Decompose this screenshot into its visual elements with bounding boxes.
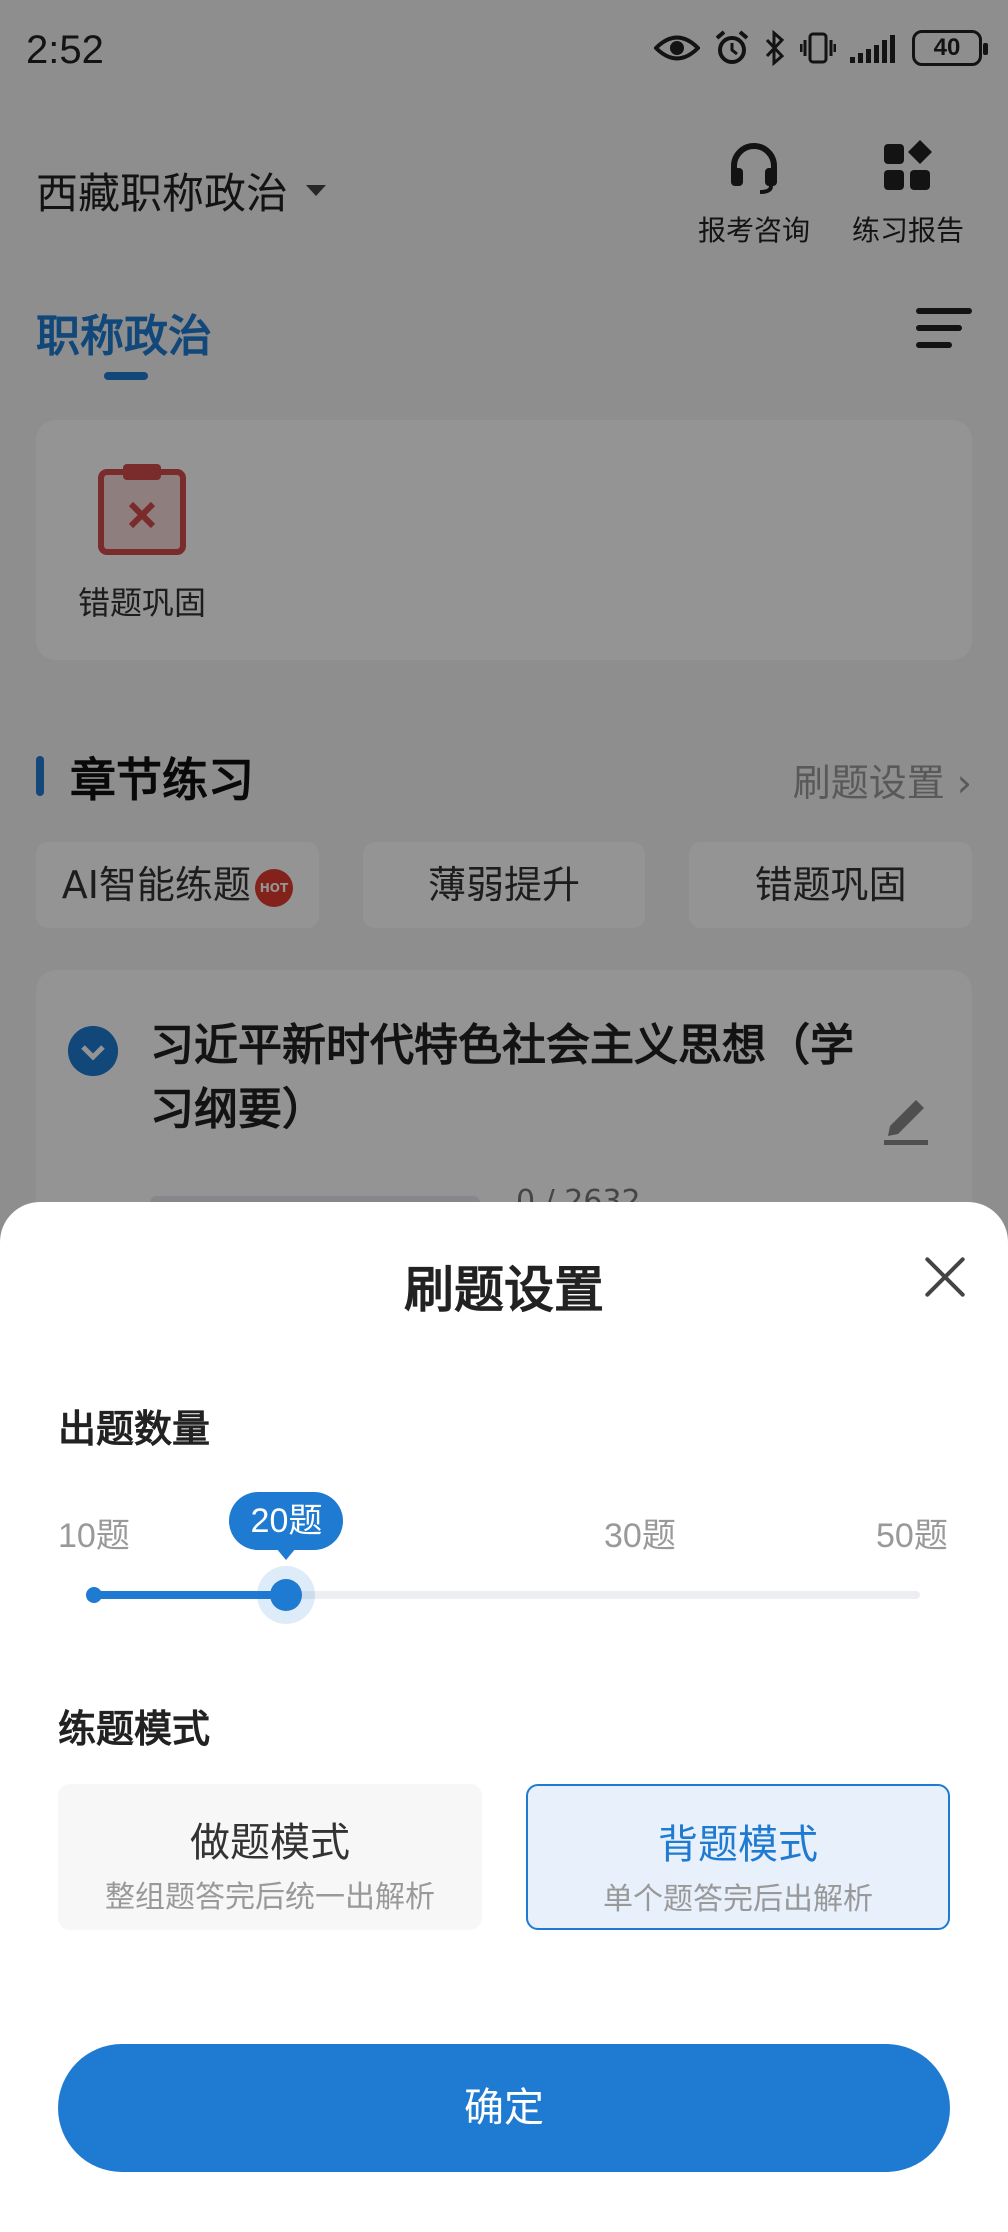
count-option-20-selected[interactable]: 20题 bbox=[229, 1492, 344, 1560]
count-option-50[interactable]: 50题 bbox=[876, 1508, 948, 1557]
count-slider-start-dot bbox=[86, 1587, 102, 1603]
mode-label: 练题模式 bbox=[58, 1707, 211, 1751]
count-option-10[interactable]: 10题 bbox=[58, 1508, 130, 1557]
sheet-title: 刷题设置 bbox=[404, 1261, 604, 1319]
practice-mode-desc: 整组题答完后统一出解析 bbox=[105, 1880, 435, 1915]
recite-mode-name: 背题模式 bbox=[658, 1822, 818, 1868]
count-option-30[interactable]: 30题 bbox=[604, 1508, 676, 1557]
close-icon[interactable] bbox=[922, 1254, 968, 1300]
practice-settings-sheet: 刷题设置 出题数量 10题 20题 30题 50题 练题模式 做题模式 整组题答… bbox=[0, 1202, 1008, 2232]
confirm-button[interactable]: 确定 bbox=[58, 2044, 950, 2172]
practice-mode-card[interactable]: 做题模式 整组题答完后统一出解析 bbox=[58, 1784, 482, 1930]
count-label: 出题数量 bbox=[58, 1407, 211, 1451]
recite-mode-desc: 单个题答完后出解析 bbox=[603, 1882, 873, 1917]
recite-mode-card[interactable]: 背题模式 单个题答完后出解析 bbox=[526, 1784, 950, 1930]
practice-mode-name: 做题模式 bbox=[190, 1820, 350, 1866]
